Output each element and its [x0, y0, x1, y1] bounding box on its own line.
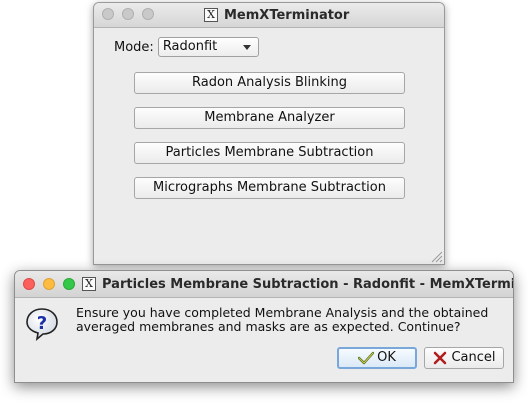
cancel-x-icon [434, 351, 447, 365]
confirm-dialog: X Particles Membrane Subtraction - Radon… [14, 270, 514, 383]
dialog-message: Ensure you have completed Membrane Analy… [76, 306, 488, 334]
dialog-message-line1: Ensure you have completed Membrane Analy… [76, 305, 489, 320]
membrane-analyzer-button[interactable]: Membrane Analyzer [134, 107, 405, 129]
resize-grip-icon[interactable] [429, 249, 443, 263]
main-title: X MemXTerminator [204, 3, 349, 27]
cancel-button-label: Cancel [451, 350, 496, 365]
mode-select-value: Radonfit [162, 39, 218, 54]
mode-select[interactable]: Radonfit [157, 37, 259, 57]
dialog-title-text: Particles Membrane Subtraction - Radonfi… [102, 276, 514, 292]
dialog-close-button[interactable] [23, 278, 35, 290]
ok-button-label: OK [377, 350, 396, 365]
main-window: X MemXTerminator Mode: Radonfit Radon An… [93, 2, 445, 265]
window-title: MemXTerminator [224, 7, 350, 23]
x11-logo-icon: X [204, 8, 218, 22]
main-titlebar[interactable]: X MemXTerminator [94, 3, 444, 28]
minimize-button[interactable] [122, 8, 134, 20]
close-button[interactable] [102, 8, 114, 20]
dialog-message-line2: averaged membranes and masks are as expe… [76, 319, 461, 334]
mode-label: Mode: [114, 39, 154, 55]
x11-logo-icon: X [82, 277, 96, 291]
dialog-minimize-button[interactable] [43, 278, 55, 290]
cancel-button[interactable]: Cancel [424, 347, 504, 369]
mode-row: Mode: Radonfit [114, 37, 259, 57]
particles-membrane-subtraction-button[interactable]: Particles Membrane Subtraction [134, 142, 405, 164]
chevron-down-icon [242, 45, 251, 50]
radon-analysis-blinking-button[interactable]: Radon Analysis Blinking [134, 72, 405, 94]
zoom-button[interactable] [142, 8, 154, 20]
dialog-zoom-button[interactable] [63, 278, 75, 290]
check-icon [358, 351, 375, 365]
dialog-titlebar[interactable]: X Particles Membrane Subtraction - Radon… [15, 271, 513, 298]
question-icon: ? [26, 308, 58, 341]
ok-button[interactable]: OK [337, 347, 417, 369]
dialog-title: X Particles Membrane Subtraction - Radon… [82, 271, 514, 297]
svg-text:?: ? [37, 313, 47, 334]
micrographs-membrane-subtraction-button[interactable]: Micrographs Membrane Subtraction [134, 177, 405, 199]
